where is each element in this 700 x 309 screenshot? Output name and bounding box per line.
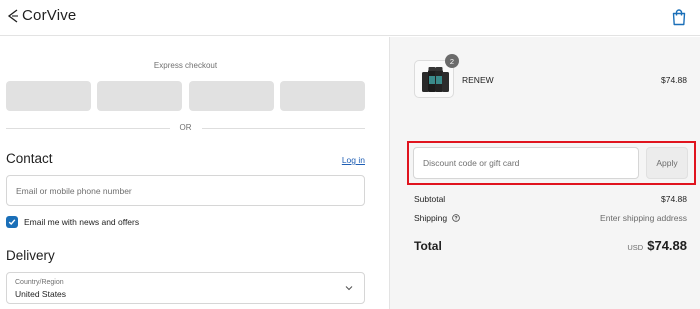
divider-line-right (202, 128, 365, 129)
checkout-header: CorVive (0, 0, 700, 36)
info-icon[interactable] (452, 214, 461, 222)
checkout-form: Express checkout OR Contact Log in Email… (0, 37, 389, 309)
country-select[interactable]: Country/Region United States (6, 272, 365, 304)
express-pay-button-3[interactable] (189, 81, 274, 111)
newsletter-option[interactable]: Email me with news and offers (6, 216, 139, 228)
email-input[interactable] (7, 176, 364, 205)
brand-logo[interactable]: CorVive (6, 7, 76, 24)
discount-input[interactable] (414, 148, 638, 178)
shipping-row-label: Shipping (414, 213, 461, 223)
discount-field[interactable] (413, 147, 639, 179)
shipping-label: Shipping (414, 213, 448, 223)
chevron-down-icon (345, 286, 353, 291)
product-name: RENEW (462, 75, 494, 85)
currency-code: USD (627, 243, 644, 252)
total-label: Total (414, 239, 442, 253)
checkmark-icon (8, 219, 16, 226)
order-summary: 2 RENEW $74.88 Apply Subtotal $74.88 Shi… (389, 37, 700, 309)
country-value: United States (15, 289, 67, 299)
shipping-value: Enter shipping address (600, 213, 687, 223)
apply-button[interactable]: Apply (646, 147, 688, 179)
total-value: $74.88 (647, 238, 687, 253)
subtotal-label: Subtotal (414, 194, 446, 204)
email-field[interactable] (6, 175, 365, 206)
newsletter-checkbox[interactable] (6, 216, 18, 228)
quantity-badge: 2 (445, 54, 459, 68)
product-thumbnail: 2 (414, 54, 459, 98)
express-checkout-title: Express checkout (153, 61, 218, 70)
contact-title: Contact (6, 151, 53, 166)
or-divider: OR (6, 123, 365, 133)
shopping-bag-icon[interactable] (671, 8, 687, 26)
express-pay-button-2[interactable] (97, 81, 182, 111)
total-amount: USD $74.88 (627, 238, 687, 253)
country-label: Country/Region (15, 279, 64, 286)
log-in-link[interactable]: Log in (342, 155, 365, 165)
brand-name: CorVive (22, 7, 77, 24)
corvive-logo-icon (7, 8, 18, 23)
newsletter-label: Email me with news and offers (24, 217, 140, 227)
express-pay-button-4[interactable] (280, 81, 365, 111)
subtotal-value: $74.88 (661, 194, 687, 204)
delivery-title: Delivery (6, 248, 55, 263)
express-pay-button-1[interactable] (6, 81, 91, 111)
product-price: $74.88 (661, 75, 687, 85)
